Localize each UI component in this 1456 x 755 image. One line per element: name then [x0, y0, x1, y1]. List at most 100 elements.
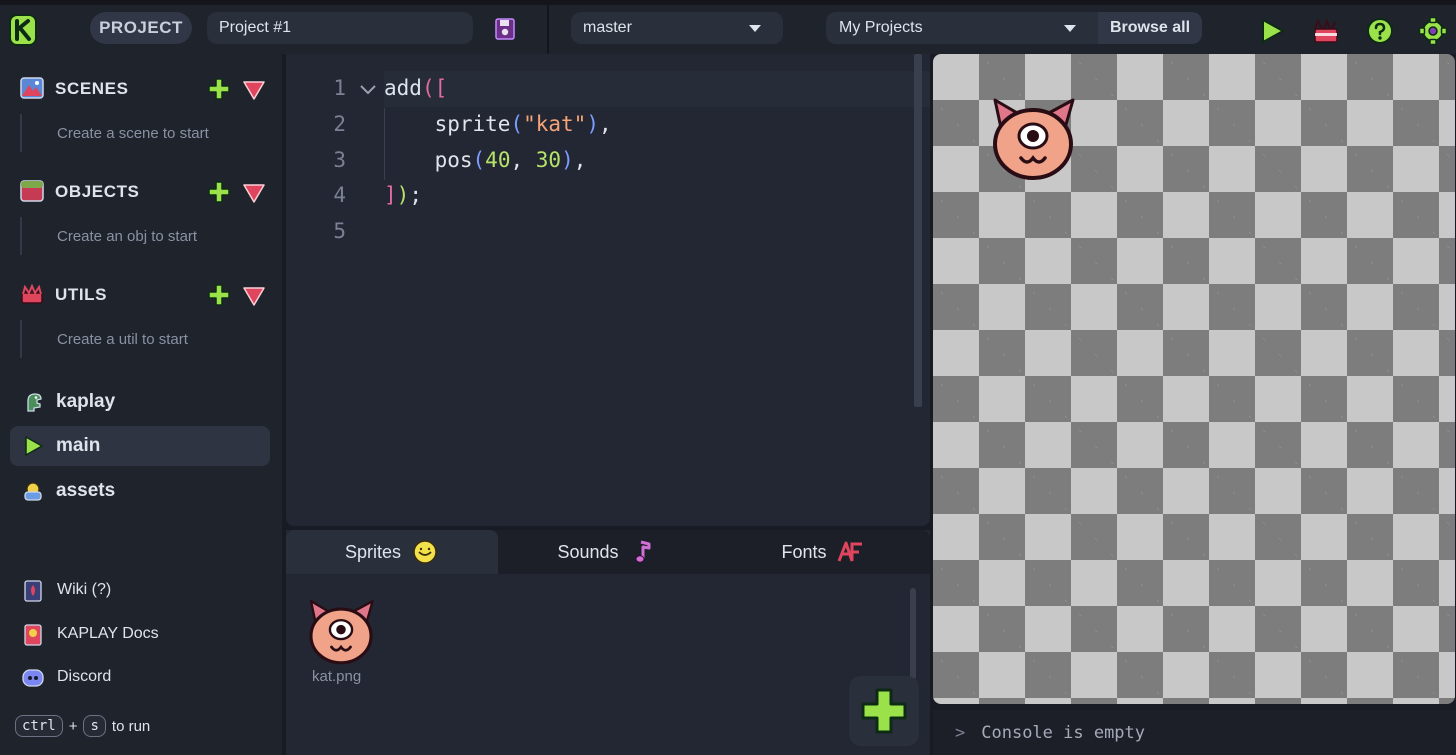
kbd-s: s	[83, 715, 106, 737]
discord-icon	[22, 669, 44, 687]
topbar-divider	[547, 5, 549, 54]
console-prompt: >	[955, 722, 966, 743]
code-token: [	[434, 76, 448, 100]
add-util-plus-icon[interactable]	[208, 284, 230, 306]
help-icon[interactable]	[1366, 17, 1394, 45]
file-label-main: main	[56, 435, 101, 456]
link-wiki[interactable]: Wiki (?)	[22, 578, 262, 604]
run-shortcut-hint: ctrl + s to run	[15, 713, 150, 739]
kbd-plus: +	[68, 717, 78, 735]
code-token: "kat"	[523, 112, 587, 136]
tab-label-sounds: Sounds	[557, 541, 619, 562]
code-editor[interactable]: 1 2 3 4 5 add([ sprite("kat"), pos(40, 3…	[286, 54, 930, 526]
fonts-af-icon	[837, 541, 862, 562]
line-number: 3	[333, 148, 346, 172]
code-token: )	[586, 112, 599, 136]
kat-sprite	[993, 98, 1075, 180]
projects-select[interactable]: My Projects	[826, 12, 1098, 44]
kbd-ctrl: ctrl	[15, 715, 63, 737]
scenes-empty-text: Create a scene to start	[20, 114, 270, 152]
collapse-utils-triangle-icon[interactable]	[243, 286, 265, 306]
link-label-docs: KAPLAY Docs	[57, 625, 159, 642]
code-line-4: ]);	[384, 183, 422, 207]
branch-select[interactable]: master	[571, 12, 783, 44]
wiki-book-icon	[24, 580, 42, 602]
code-token: pos	[384, 148, 473, 172]
project-name-input[interactable]: Project #1	[207, 12, 473, 44]
smiley-icon	[413, 540, 437, 564]
sidebar: SCENES Create a scene to start OBJECTS C…	[0, 54, 282, 755]
sprite-name-kat: kat.png	[312, 668, 362, 685]
console-panel: > Console is empty	[933, 710, 1456, 755]
link-label-wiki: Wiki (?)	[57, 581, 112, 598]
code-token: ,	[598, 112, 612, 136]
code-token: ]	[384, 183, 397, 207]
tab-sounds[interactable]: Sounds	[500, 530, 714, 574]
code-line-1: add([	[384, 76, 447, 100]
objects-empty-text: Create an obj to start	[20, 217, 270, 255]
code-token: )	[396, 183, 410, 207]
assets-scrollbar[interactable]	[910, 588, 916, 680]
file-item-main[interactable]: main	[10, 426, 270, 466]
assets-bag-icon	[24, 482, 42, 501]
line-number: 2	[333, 112, 346, 136]
add-scene-plus-icon[interactable]	[208, 78, 230, 100]
branch-select-value: master	[583, 19, 632, 36]
code-token: (	[421, 76, 435, 100]
kaplay-logo-icon[interactable]	[9, 14, 37, 46]
file-label-kaplay: kaplay	[56, 391, 116, 412]
add-object-plus-icon[interactable]	[208, 181, 230, 203]
fold-chevron-icon[interactable]	[359, 84, 377, 96]
code-line-2: sprite("kat"),	[384, 112, 612, 136]
collapse-objects-triangle-icon[interactable]	[243, 183, 265, 203]
console-text: Console is empty	[981, 722, 1146, 743]
code-token: 40	[485, 148, 511, 172]
section-title-objects: OBJECTS	[55, 182, 140, 201]
file-label-assets: assets	[56, 480, 116, 501]
file-item-assets[interactable]: assets	[10, 471, 270, 511]
docs-book-icon	[24, 624, 42, 646]
link-kaplay-docs[interactable]: KAPLAY Docs	[22, 622, 262, 648]
code-token: ;	[409, 183, 422, 207]
kaplay-dino-icon	[27, 393, 42, 412]
sprite-thumbnail-kat[interactable]	[304, 598, 378, 666]
run-play-icon[interactable]	[1258, 17, 1286, 45]
assets-tabbar: Sprites Sounds Fonts	[286, 530, 930, 574]
chevron-down-icon	[749, 25, 761, 32]
game-preview-canvas[interactable]	[933, 54, 1455, 704]
section-title-scenes: SCENES	[55, 79, 129, 98]
section-header-utils: UTILS	[20, 281, 270, 309]
file-item-kaplay[interactable]: kaplay	[10, 382, 270, 422]
line-number: 5	[333, 219, 346, 243]
code-token: ,	[510, 148, 536, 172]
code-line-3: pos(40, 30),	[384, 148, 587, 172]
tab-sprites[interactable]: Sprites	[286, 530, 498, 574]
current-line-highlight	[384, 71, 930, 107]
link-label-discord: Discord	[57, 668, 112, 685]
code-token: add	[384, 76, 422, 100]
collapse-scenes-triangle-icon[interactable]	[243, 80, 265, 100]
link-discord[interactable]: Discord	[22, 665, 262, 691]
browse-all-button[interactable]: Browse all	[1098, 12, 1202, 44]
assets-panel: Sprites Sounds Fonts kat.png	[286, 530, 930, 755]
scene-mountains-icon	[20, 77, 44, 99]
add-asset-button[interactable]	[849, 676, 919, 746]
chevron-down-icon	[1064, 25, 1076, 32]
main-play-icon	[25, 436, 43, 456]
code-token: ,	[573, 148, 587, 172]
tab-fonts[interactable]: Fonts	[716, 530, 930, 574]
project-label: PROJECT	[90, 12, 192, 44]
section-title-utils: UTILS	[55, 285, 108, 304]
top-bar: PROJECT Project #1 master My Projects Br…	[0, 0, 1456, 54]
plus-icon	[861, 688, 907, 734]
code-token: )	[561, 148, 574, 172]
utils-crown-icon	[21, 283, 43, 304]
object-box-icon	[20, 180, 44, 202]
line-number: 1	[333, 76, 346, 100]
editor-scrollbar[interactable]	[914, 54, 922, 407]
save-icon[interactable]	[494, 17, 516, 41]
line-number: 4	[333, 183, 346, 207]
clapperboard-icon[interactable]	[1312, 17, 1340, 45]
gear-icon[interactable]	[1419, 17, 1447, 45]
section-header-scenes: SCENES	[20, 75, 270, 103]
